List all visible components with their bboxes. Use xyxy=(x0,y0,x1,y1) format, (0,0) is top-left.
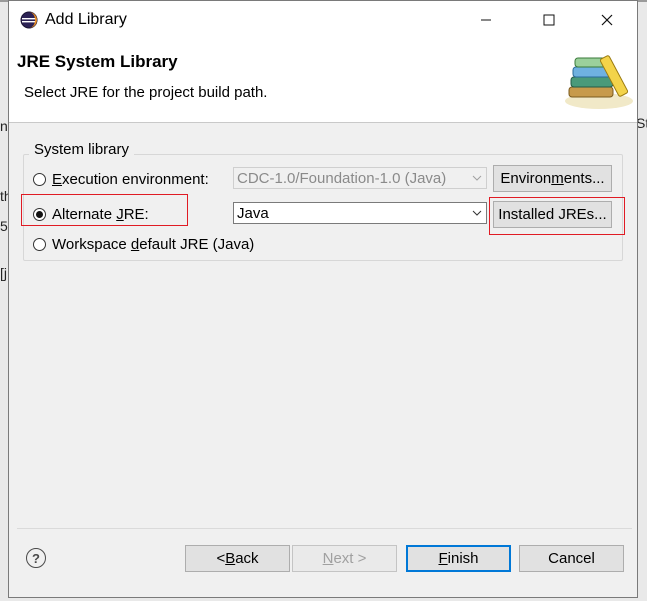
footer-separator xyxy=(17,528,632,529)
books-library-icon xyxy=(561,45,637,111)
eclipse-app-icon xyxy=(20,11,38,29)
back-button[interactable]: < Back xyxy=(185,545,290,572)
workspace-default-radio[interactable] xyxy=(33,238,46,251)
minimize-icon xyxy=(481,19,491,21)
wizard-header: JRE System Library Select JRE for the pr… xyxy=(9,39,637,123)
maximize-icon xyxy=(543,14,555,26)
close-icon xyxy=(601,14,613,26)
execution-environment-label: Execution environment: xyxy=(52,171,209,188)
execution-environment-combo[interactable]: CDC-1.0/Foundation-1.0 (Java) xyxy=(233,167,487,189)
alternate-jre-value: Java xyxy=(237,204,269,222)
chevron-down-icon xyxy=(468,168,486,188)
cancel-button[interactable]: Cancel xyxy=(519,545,624,572)
execution-environment-radio[interactable] xyxy=(33,173,46,186)
add-library-dialog: Add Library JRE System Library Select JR… xyxy=(8,0,638,598)
environments-button[interactable]: Environ m ents... xyxy=(493,165,612,192)
execution-environment-value: CDC-1.0/Foundation-1.0 (Java) xyxy=(237,169,447,187)
workspace-default-label: Workspace default JRE (Java) xyxy=(52,236,255,253)
maximize-button[interactable] xyxy=(526,1,572,39)
title-bar: Add Library xyxy=(9,1,637,39)
page-title: JRE System Library xyxy=(17,52,178,71)
background-text: 5 xyxy=(0,218,8,234)
minimize-button[interactable] xyxy=(463,1,509,39)
next-button[interactable]: Next > xyxy=(292,545,397,572)
help-icon[interactable]: ? xyxy=(26,548,46,568)
background-text: [j xyxy=(0,265,7,281)
alternate-jre-combo[interactable]: Java xyxy=(233,202,487,224)
chevron-down-icon xyxy=(468,203,486,223)
close-button[interactable] xyxy=(584,1,630,39)
page-description: Select JRE for the project build path. xyxy=(24,84,268,101)
annotation-highlight-installed-jres xyxy=(489,197,625,235)
annotation-highlight-alternate-jre xyxy=(21,194,188,226)
workspace-default-option[interactable]: Workspace default JRE (Java) xyxy=(33,236,254,253)
group-label: System library xyxy=(29,141,135,158)
finish-button[interactable]: Finish xyxy=(406,545,511,572)
execution-environment-option[interactable]: Execution environment: xyxy=(33,171,209,188)
window-title: Add Library xyxy=(45,11,127,28)
